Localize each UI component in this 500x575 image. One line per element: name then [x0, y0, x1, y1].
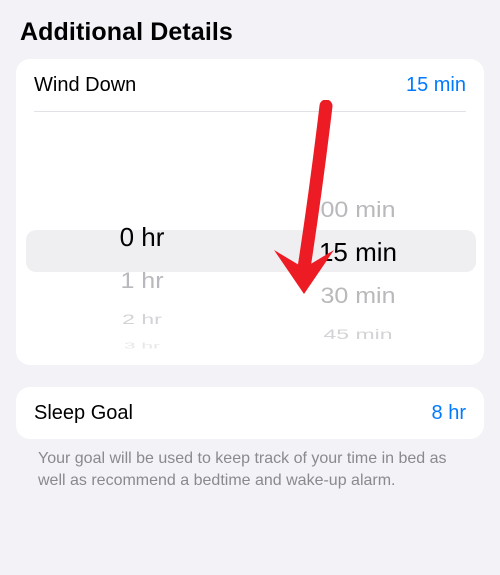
- picker-minutes-option[interactable]: 45 min: [250, 324, 466, 344]
- picker-minutes-column[interactable]: 00 min 15 min 30 min 45 min: [250, 112, 466, 357]
- picker-hours-column[interactable]: 0 hr 1 hr 2 hr 3 hr: [34, 112, 250, 357]
- picker-hours-selected[interactable]: 0 hr: [34, 215, 250, 259]
- picker-minutes-selected[interactable]: 15 min: [250, 230, 466, 274]
- sleep-goal-row[interactable]: Sleep Goal 8 hr: [16, 387, 484, 439]
- picker-hours-option[interactable]: 1 hr: [34, 262, 250, 301]
- wind-down-label: Wind Down: [34, 74, 136, 97]
- sleep-goal-value: 8 hr: [432, 402, 466, 425]
- wind-down-value: 15 min: [406, 74, 466, 97]
- sleep-goal-card: Sleep Goal 8 hr: [16, 387, 484, 439]
- wind-down-card: Wind Down 15 min 0 hr 1 hr 2 hr 3 hr 00 …: [16, 59, 484, 365]
- sleep-goal-label: Sleep Goal: [34, 402, 133, 425]
- picker-hours-option[interactable]: 2 hr: [34, 309, 250, 329]
- sleep-goal-description: Your goal will be used to keep track of …: [16, 448, 484, 501]
- picker-minutes-option[interactable]: 00 min: [250, 192, 466, 227]
- picker-hours-option[interactable]: 3 hr: [34, 342, 250, 350]
- wind-down-picker[interactable]: 0 hr 1 hr 2 hr 3 hr 00 min 15 min 30 min…: [16, 112, 484, 357]
- picker-minutes-option[interactable]: 30 min: [250, 277, 466, 316]
- wind-down-row[interactable]: Wind Down 15 min: [16, 59, 484, 111]
- section-header-additional-details: Additional Details: [20, 18, 480, 47]
